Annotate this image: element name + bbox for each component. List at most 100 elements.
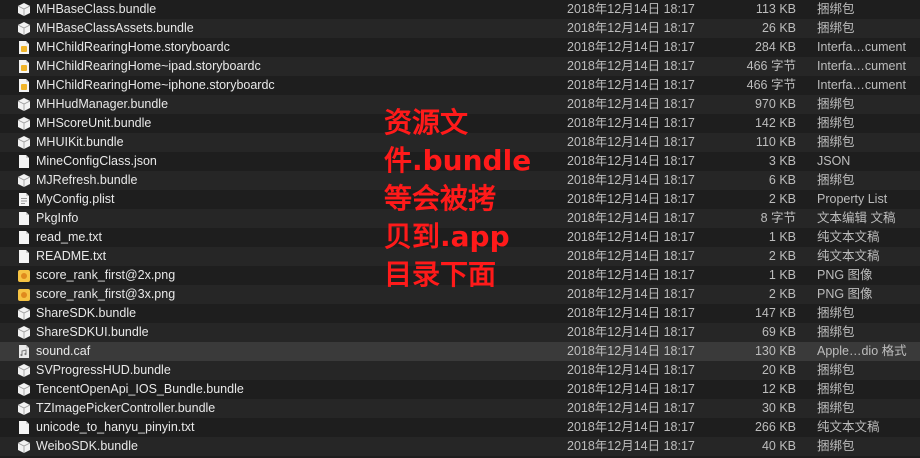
annotation-line: 资源文 (384, 106, 469, 139)
bundle-icon (17, 173, 31, 188)
file-row[interactable]: WeiboSDK.bundle 2018年12月14日 18:17 40 KB 捆绑包 (0, 437, 920, 456)
file-size: 1 KB (768, 230, 796, 244)
file-name: MHHudManager.bundle (36, 97, 169, 111)
file-kind: 捆绑包 (817, 363, 855, 377)
image-icon (17, 287, 31, 302)
file-row[interactable]: TZImagePickerController.bundle 2018年12月14… (0, 399, 920, 418)
file-date: 2018年12月14日 18:17 (567, 439, 695, 453)
file-kind: 捆绑包 (817, 382, 855, 396)
file-name: TZImagePickerController.bundle (36, 401, 216, 415)
file-size: 113 KB (755, 2, 796, 16)
file-name: MHChildRearingHome~iphone.storyboardc (36, 78, 275, 92)
file-size: 2 KB (768, 249, 796, 263)
file-name: MHChildRearingHome.storyboardc (36, 40, 230, 54)
file-kind: PNG 图像 (817, 287, 873, 301)
file-kind: 捆绑包 (817, 116, 855, 130)
storyboard-icon (17, 78, 31, 93)
file-row[interactable]: ShareSDKUI.bundle 2018年12月14日 18:17 69 KB 捆… (0, 323, 920, 342)
file-date: 2018年12月14日 18:17 (567, 306, 695, 320)
file-row[interactable]: MHChildRearingHome~ipad.storyboardc 2018年… (0, 57, 920, 76)
file-date: 2018年12月14日 18:17 (567, 363, 695, 377)
document-icon (17, 211, 31, 226)
file-name: MineConfigClass.json (36, 154, 157, 168)
bundle-icon (17, 363, 31, 378)
file-date: 2018年12月14日 18:17 (567, 325, 695, 339)
file-date: 2018年12月14日 18:17 (567, 116, 695, 130)
file-size: 6 KB (768, 173, 796, 187)
storyboard-icon (17, 40, 31, 55)
bundle-icon (17, 116, 31, 131)
file-row[interactable]: unicode_to_hanyu_pinyin.txt 2018年12月14日 1… (0, 418, 920, 437)
bundle-icon (17, 325, 31, 340)
bundle-icon (17, 382, 31, 397)
file-name: TencentOpenApi_IOS_Bundle.bundle (36, 382, 244, 396)
bundle-icon (17, 401, 31, 416)
file-name: score_rank_first@3x.png (36, 287, 176, 301)
file-size: 40 KB (761, 439, 796, 453)
file-size: 142 KB (754, 116, 796, 130)
file-size: 12 KB (761, 382, 796, 396)
file-name: PkgInfo (36, 211, 79, 225)
file-row[interactable]: TencentOpenApi_IOS_Bundle.bundle 2018年12月… (0, 380, 920, 399)
audio-icon (17, 344, 31, 359)
file-row[interactable]: MHChildRearingHome~iphone.storyboardc 201… (0, 76, 920, 95)
file-date: 2018年12月14日 18:17 (567, 173, 695, 187)
bundle-icon (17, 439, 31, 454)
annotation-line: 贝到.app (384, 220, 510, 253)
file-name: SVProgressHUD.bundle (36, 363, 171, 377)
file-date: 2018年12月14日 18:17 (567, 192, 695, 206)
file-name: MHBaseClass.bundle (36, 2, 157, 16)
file-date: 2018年12月14日 18:17 (567, 2, 695, 16)
file-date: 2018年12月14日 18:17 (567, 135, 695, 149)
file-row[interactable]: MHBaseClass.bundle 2018年12月14日 18:17 113 K… (0, 0, 920, 19)
file-size: 20 KB (761, 363, 796, 377)
file-kind: 捆绑包 (817, 135, 855, 149)
file-size: 69 KB (761, 325, 796, 339)
file-kind: 文本编辑 文稿 (817, 211, 896, 225)
document-icon (17, 420, 31, 435)
file-date: 2018年12月14日 18:17 (567, 401, 695, 415)
file-date: 2018年12月14日 18:17 (567, 287, 695, 301)
file-kind: Interfa…cument (817, 59, 906, 73)
file-kind: Property List (817, 192, 888, 206)
file-date: 2018年12月14日 18:17 (567, 249, 695, 263)
file-name: MyConfig.plist (36, 192, 115, 206)
bundle-icon (17, 306, 31, 321)
file-name: MHUIKit.bundle (36, 135, 124, 149)
bundle-icon (17, 21, 31, 36)
file-row[interactable]: ShareSDK.bundle 2018年12月14日 18:17 147 KB 捆绑… (0, 304, 920, 323)
annotation-line: 目录下面 (384, 258, 497, 291)
file-row[interactable]: sound.caf 2018年12月14日 18:17 130 KB Apple…di… (0, 342, 920, 361)
file-name: score_rank_first@2x.png (36, 268, 176, 282)
file-date: 2018年12月14日 18:17 (567, 78, 695, 92)
file-date: 2018年12月14日 18:17 (567, 97, 695, 111)
file-date: 2018年12月14日 18:17 (567, 40, 695, 54)
file-size: 466 字节 (746, 59, 796, 73)
file-kind: JSON (817, 154, 851, 168)
file-date: 2018年12月14日 18:17 (567, 211, 695, 225)
storyboard-icon (17, 59, 31, 74)
file-row[interactable]: MHChildRearingHome.storyboardc 2018年12月14… (0, 38, 920, 57)
file-name: sound.caf (36, 344, 91, 358)
file-name: MHChildRearingHome~ipad.storyboardc (36, 59, 261, 73)
file-date: 2018年12月14日 18:17 (567, 420, 695, 434)
image-icon (17, 268, 31, 283)
file-row[interactable]: MHBaseClassAssets.bundle 2018年12月14日 18:1… (0, 19, 920, 38)
file-size: 466 字节 (746, 78, 796, 92)
file-date: 2018年12月14日 18:17 (567, 21, 695, 35)
file-row[interactable]: SVProgressHUD.bundle 2018年12月14日 18:17 20 … (0, 361, 920, 380)
file-kind: 捆绑包 (817, 401, 855, 415)
file-size: 1 KB (768, 268, 796, 282)
file-size: 284 KB (754, 40, 796, 54)
file-name: ShareSDK.bundle (36, 306, 137, 320)
file-size: 8 字节 (760, 211, 796, 225)
file-size: 2 KB (768, 287, 796, 301)
file-kind: 捆绑包 (817, 306, 855, 320)
file-kind: 捆绑包 (817, 173, 855, 187)
document-icon (17, 230, 31, 245)
file-kind: PNG 图像 (817, 268, 873, 282)
annotation-overlay: 资源文 件.bundle 等会被拷 贝到.app 目录下面 (384, 104, 531, 294)
file-name: README.txt (36, 249, 107, 263)
bundle-icon (17, 135, 31, 150)
file-size: 110 KB (755, 135, 796, 149)
